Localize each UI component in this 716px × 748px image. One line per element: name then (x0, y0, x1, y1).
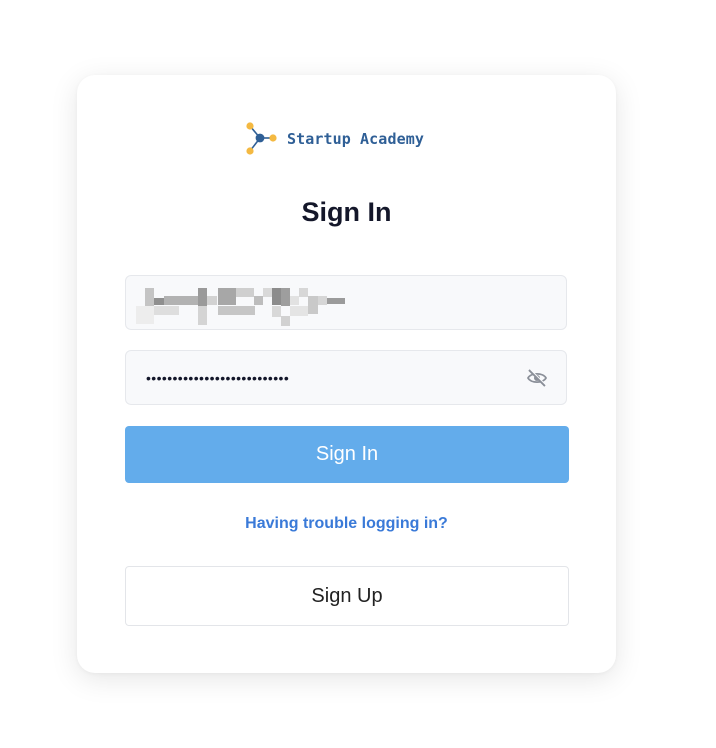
password-field[interactable]: ••••••••••••••••••••••••••• (125, 350, 567, 405)
page-title: Sign In (301, 197, 392, 227)
password-value: ••••••••••••••••••••••••••• (146, 370, 290, 386)
brand-logo[interactable]: Startup Academy (245, 122, 424, 156)
molecule-logo-icon (245, 122, 279, 156)
trouble-logging-in-link[interactable]: Having trouble logging in? (77, 515, 616, 533)
eye-off-icon[interactable] (526, 368, 548, 388)
sign-in-button[interactable]: Sign In (125, 426, 569, 483)
brand-name: Startup Academy (287, 130, 424, 148)
login-card: Startup Academy Sign In ••••••••••••••••… (77, 75, 616, 673)
redacted-email-value (136, 286, 371, 326)
email-field[interactable] (125, 275, 567, 330)
sign-up-button[interactable]: Sign Up (125, 566, 569, 626)
